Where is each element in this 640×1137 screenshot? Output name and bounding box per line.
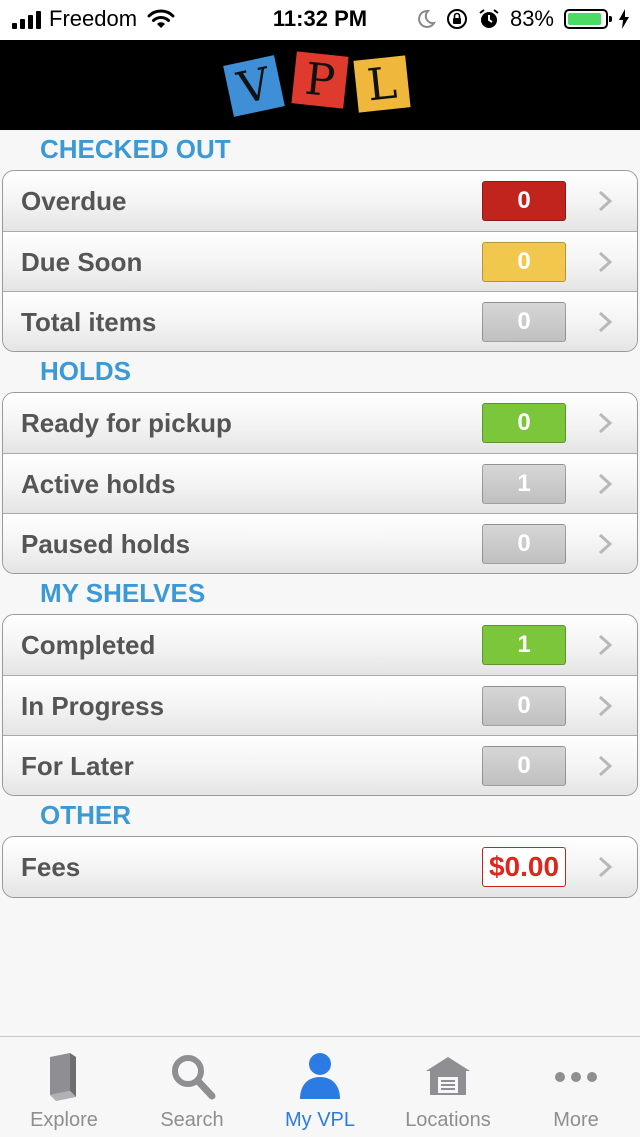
- count-badge: 0: [482, 242, 566, 282]
- row-ready-for-pickup[interactable]: Ready for pickup 0: [3, 393, 637, 453]
- other-group: Fees $0.00: [2, 836, 638, 898]
- count-badge: 0: [482, 524, 566, 564]
- tab-label: Explore: [30, 1109, 98, 1131]
- row-label: Overdue: [21, 186, 127, 216]
- fees-amount-badge: $0.00: [482, 847, 566, 887]
- moon-icon: [418, 9, 436, 28]
- count-badge: 1: [482, 625, 566, 665]
- section-title-other: OTHER: [40, 800, 131, 830]
- count-badge: 0: [482, 403, 566, 443]
- tab-my-vpl[interactable]: My VPL: [256, 1037, 384, 1137]
- logo-letter: L: [353, 55, 411, 113]
- vpl-logo: V P L: [223, 50, 412, 124]
- tab-locations[interactable]: Locations: [384, 1037, 512, 1137]
- section-title-holds: HOLDS: [40, 356, 131, 386]
- tab-label: Search: [160, 1109, 224, 1131]
- count-badge: 0: [482, 302, 566, 342]
- tab-more[interactable]: More: [512, 1037, 640, 1137]
- status-right: 83%: [416, 6, 630, 32]
- chevron-right-icon: [598, 251, 613, 273]
- search-icon: [172, 1055, 216, 1100]
- my-shelves-group: Completed 1 In Progress 0 For Later 0: [2, 614, 638, 796]
- chevron-right-icon: [598, 190, 613, 212]
- count-badge: 1: [482, 464, 566, 504]
- orientation-lock-icon: [446, 9, 467, 29]
- chevron-right-icon: [598, 755, 613, 777]
- row-label: In Progress: [21, 691, 165, 721]
- row-fees[interactable]: Fees $0.00: [3, 837, 637, 897]
- row-label: Fees: [21, 852, 81, 882]
- logo-letter: P: [291, 51, 349, 109]
- count-badge: 0: [482, 686, 566, 726]
- row-due-soon[interactable]: Due Soon 0: [3, 231, 637, 291]
- chevron-right-icon: [598, 412, 613, 434]
- section-title-my-shelves: MY SHELVES: [40, 578, 206, 608]
- chevron-right-icon: [598, 473, 613, 495]
- chevron-right-icon: [598, 311, 613, 333]
- charging-bolt-icon: [619, 9, 629, 29]
- row-label: Ready for pickup: [21, 408, 232, 438]
- chevron-right-icon: [598, 634, 613, 656]
- chevron-right-icon: [598, 533, 613, 555]
- row-in-progress[interactable]: In Progress 0: [3, 675, 637, 735]
- row-label: Paused holds: [21, 529, 191, 559]
- more-dots-icon: [555, 1072, 597, 1082]
- row-label: Active holds: [21, 469, 176, 499]
- count-badge: 0: [482, 746, 566, 786]
- section-title-checked-out: CHECKED OUT: [40, 134, 231, 164]
- row-for-later[interactable]: For Later 0: [3, 735, 637, 795]
- tab-bar: Explore Search My VPL Locations More: [0, 1036, 640, 1137]
- count-badge: 0: [482, 181, 566, 221]
- tab-label: More: [553, 1109, 599, 1131]
- row-paused-holds[interactable]: Paused holds 0: [3, 513, 637, 573]
- row-overdue[interactable]: Overdue 0: [3, 171, 637, 231]
- library-building-icon: [426, 1057, 470, 1095]
- alarm-icon: [479, 9, 499, 28]
- checked-out-group: Overdue 0 Due Soon 0 Total items 0: [2, 170, 638, 352]
- battery-icon: [564, 9, 612, 29]
- tab-explore[interactable]: Explore: [0, 1037, 128, 1137]
- tab-label: Locations: [405, 1109, 491, 1131]
- row-total-items[interactable]: Total items 0: [3, 291, 637, 351]
- account-summary: CHECKED OUT Overdue 0 Due Soon 0 Total i…: [0, 130, 640, 898]
- row-label: For Later: [21, 751, 134, 781]
- row-completed[interactable]: Completed 1: [3, 615, 637, 675]
- row-label: Due Soon: [21, 247, 143, 277]
- chevron-right-icon: [598, 695, 613, 717]
- person-icon: [300, 1053, 340, 1099]
- app-header: V P L: [0, 40, 640, 130]
- row-label: Total items: [21, 307, 157, 337]
- book-icon: [50, 1053, 76, 1101]
- tab-search[interactable]: Search: [128, 1037, 256, 1137]
- chevron-right-icon: [598, 856, 613, 878]
- holds-group: Ready for pickup 0 Active holds 1 Paused…: [2, 392, 638, 574]
- battery-percent: 83%: [509, 6, 554, 31]
- logo-letter: V: [223, 55, 285, 117]
- status-bar: Freedom 11:32 PM 83%: [0, 0, 640, 40]
- row-label: Completed: [21, 630, 156, 660]
- row-active-holds[interactable]: Active holds 1: [3, 453, 637, 513]
- tab-label: My VPL: [284, 1109, 356, 1131]
